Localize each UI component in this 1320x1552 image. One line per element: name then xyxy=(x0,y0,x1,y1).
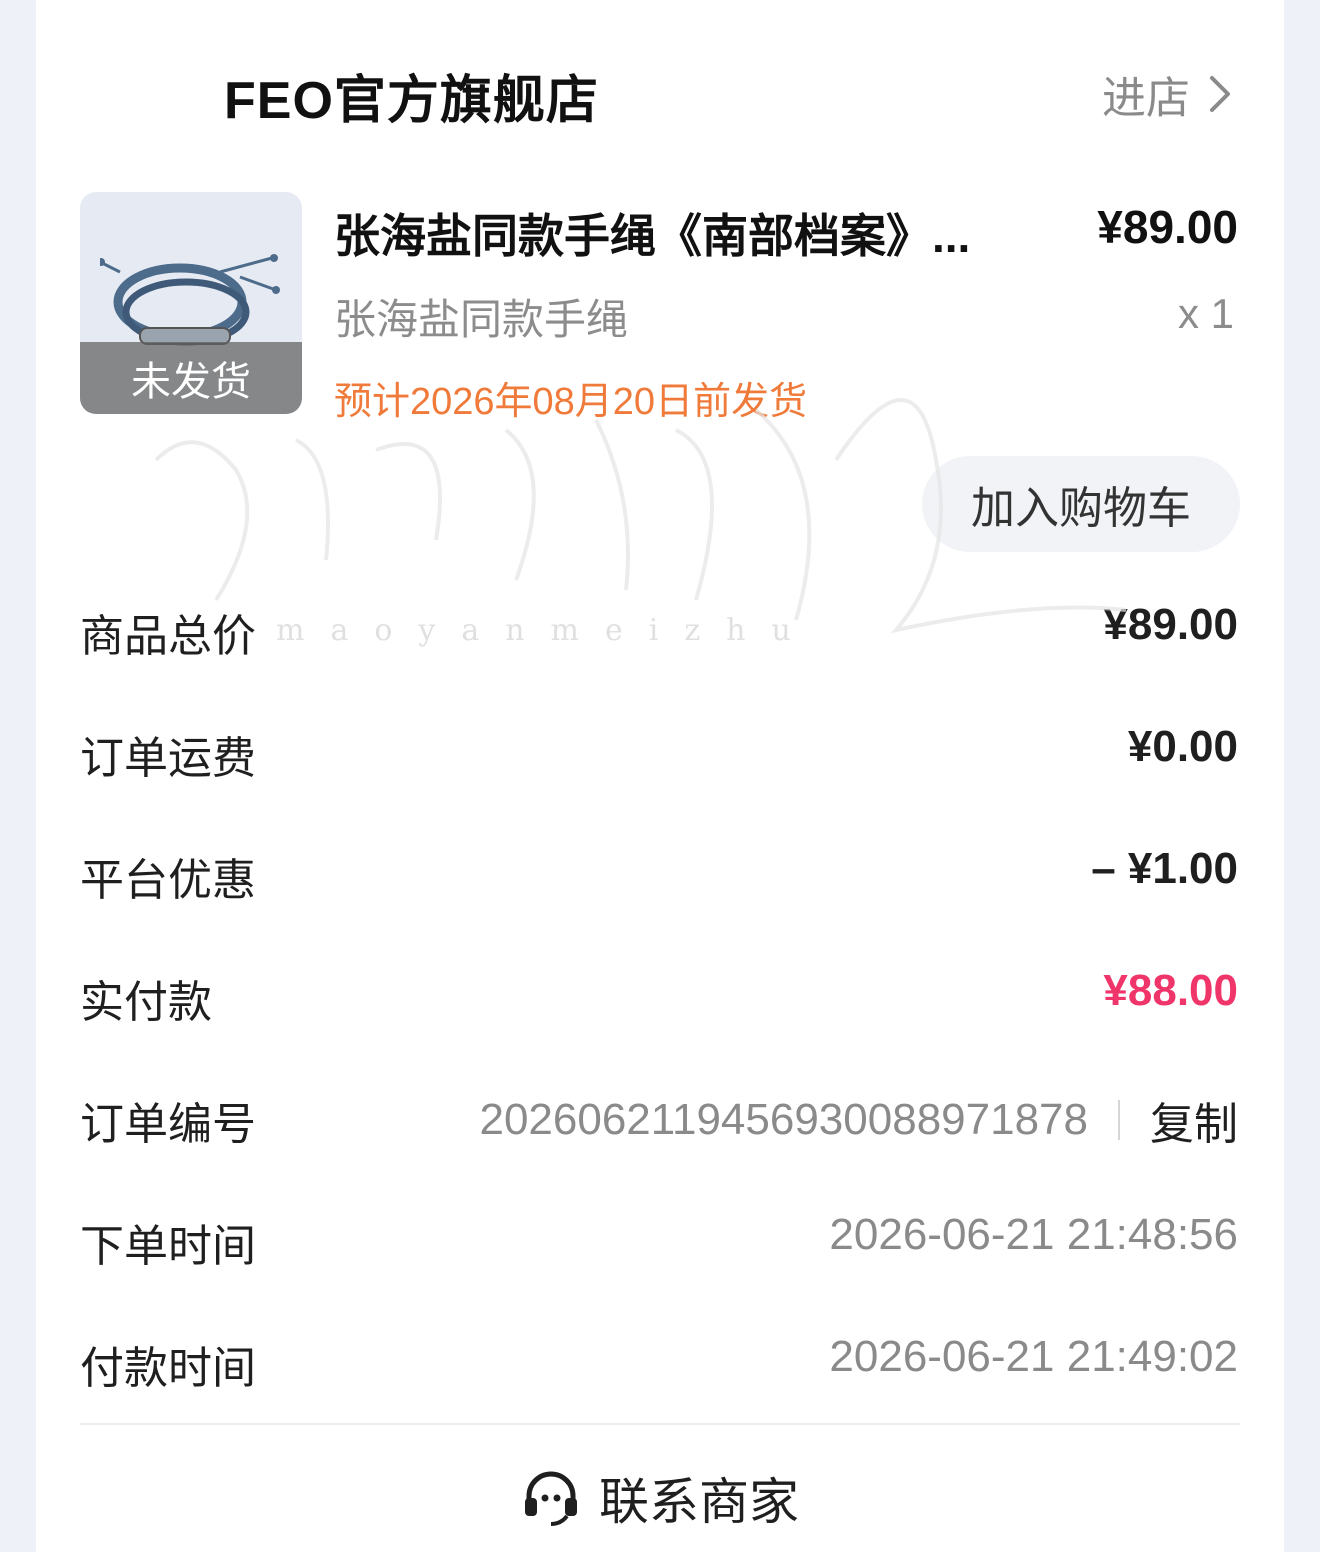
order-number-group: 2026062119456930088971878 复制 xyxy=(479,1088,1238,1152)
status-badge: 未发货 xyxy=(80,342,302,414)
enter-shop-label: 进店 xyxy=(1102,74,1190,123)
shipping-fee-value: ¥0.00 xyxy=(1127,722,1238,771)
amount-paid-value: ¥88.00 xyxy=(1103,966,1238,1015)
payment-time-row: 付款时间 2026-06-21 21:49:02 xyxy=(36,1298,1284,1420)
order-summary: 商品总价 ¥89.00 订单运费 ¥0.00 平台优惠 – ¥1.00 实付款 … xyxy=(36,566,1284,1420)
chevron-right-icon xyxy=(1210,76,1230,112)
order-time-value: 2026-06-21 21:48:56 xyxy=(829,1210,1238,1259)
shipping-estimate: 预计2026年08月20日前发货 xyxy=(334,381,808,423)
shop-name[interactable]: FEO官方旗舰店 xyxy=(224,58,599,133)
order-number-value: 2026062119456930088971878 xyxy=(479,1095,1088,1144)
order-number-label: 订单编号 xyxy=(80,1100,256,1149)
contact-merchant-button[interactable]: 联系商家 xyxy=(36,1462,1284,1534)
amount-paid-label: 实付款 xyxy=(80,978,212,1027)
shop-header: FEO官方旗舰店 进店 xyxy=(36,40,1284,140)
product-item[interactable]: 未发货 张海盐同款手绳《南部档案》... ¥89.00 张海盐同款手绳 x 1 … xyxy=(36,190,1284,570)
payment-time-value: 2026-06-21 21:49:02 xyxy=(829,1332,1238,1381)
headset-icon xyxy=(525,1471,577,1526)
shipping-fee-label: 订单运费 xyxy=(80,734,256,783)
amount-paid-row: 实付款 ¥88.00 xyxy=(36,932,1284,1054)
enter-shop-button[interactable]: 进店 xyxy=(1102,62,1232,126)
payment-time-label: 付款时间 xyxy=(80,1344,256,1393)
shipping-fee-row: 订单运费 ¥0.00 xyxy=(36,688,1284,810)
order-number-row: 订单编号 2026062119456930088971878 复制 xyxy=(36,1054,1284,1176)
discount-label: 平台优惠 xyxy=(80,856,256,905)
divider xyxy=(80,1423,1240,1425)
total-price-value: ¥89.00 xyxy=(1103,600,1238,649)
product-title[interactable]: 张海盐同款手绳《南部档案》... xyxy=(334,200,994,266)
divider xyxy=(1118,1100,1120,1140)
order-time-row: 下单时间 2026-06-21 21:48:56 xyxy=(36,1176,1284,1298)
total-price-row: 商品总价 ¥89.00 xyxy=(36,566,1284,688)
total-price-label: 商品总价 xyxy=(80,612,256,661)
product-price: ¥89.00 xyxy=(1097,201,1238,253)
product-thumbnail[interactable]: 未发货 xyxy=(80,192,302,414)
add-to-cart-button[interactable]: 加入购物车 xyxy=(922,456,1240,552)
contact-merchant-label: 联系商家 xyxy=(599,1474,799,1530)
bracelet-image xyxy=(100,254,280,346)
product-quantity: x 1 xyxy=(1177,290,1234,337)
order-card: FEO官方旗舰店 进店 未发货 张海盐同款手绳《南部档案》... ¥89.00 … xyxy=(36,0,1284,1552)
discount-value: – ¥1.00 xyxy=(1091,844,1238,893)
copy-button[interactable]: 复制 xyxy=(1150,1088,1238,1152)
product-spec: 张海盐同款手绳 xyxy=(334,296,629,343)
discount-row: 平台优惠 – ¥1.00 xyxy=(36,810,1284,932)
order-time-label: 下单时间 xyxy=(80,1222,256,1271)
